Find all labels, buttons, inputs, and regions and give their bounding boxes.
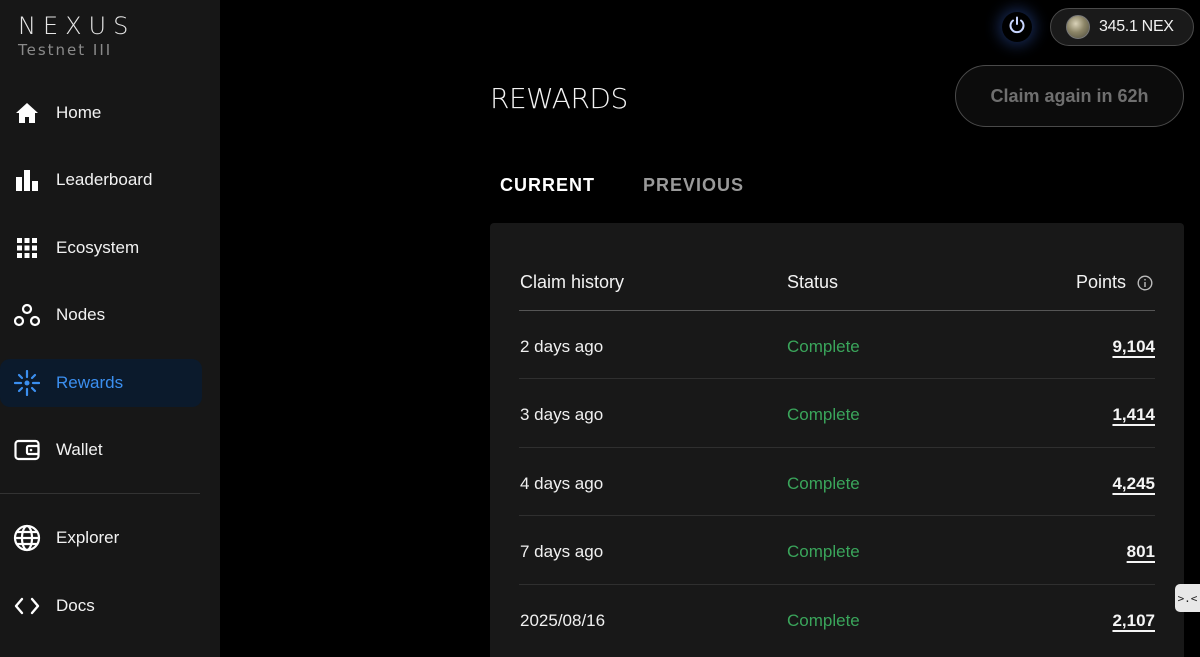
- sidebar-item-label: Explorer: [56, 528, 120, 547]
- row-status: Complete: [787, 542, 860, 561]
- row-divider: [519, 378, 1155, 379]
- sparkle-icon: [13, 369, 41, 397]
- sidebar-item-label: Leaderboard: [56, 170, 153, 189]
- tab-current[interactable]: CURRENT: [500, 175, 595, 196]
- sidebar-item-label: Docs: [56, 596, 95, 615]
- sidebar-item-label: Ecosystem: [56, 238, 140, 257]
- column-header-status: Status: [787, 272, 839, 292]
- sidebar-item-explorer[interactable]: Explorer: [0, 514, 202, 562]
- column-header-points: Points: [1075, 272, 1126, 292]
- brand: NEXUS Testnet III: [18, 12, 135, 59]
- globe-icon: [13, 524, 41, 552]
- row-points-link[interactable]: 2,107: [1112, 611, 1155, 631]
- brand-name: NEXUS: [18, 12, 136, 40]
- sidebar-item-rewards[interactable]: Rewards: [0, 359, 202, 407]
- side-assistant-tab[interactable]: >.<: [1175, 584, 1200, 612]
- power-button[interactable]: [1002, 12, 1032, 42]
- sidebar-item-label: Rewards: [56, 373, 124, 392]
- bar-chart-icon: [13, 166, 41, 194]
- sidebar-item-home[interactable]: Home: [0, 89, 202, 137]
- info-icon[interactable]: [1137, 275, 1153, 291]
- nodes-icon: [13, 301, 41, 329]
- claim-button[interactable]: Claim again in 62h: [955, 65, 1184, 127]
- row-points-link[interactable]: 4,245: [1112, 474, 1155, 494]
- row-points-link[interactable]: 1,414: [1112, 405, 1155, 425]
- sidebar-divider: [0, 493, 200, 494]
- sidebar-item-wallet[interactable]: Wallet: [0, 426, 202, 474]
- sidebar-item-label: Home: [56, 103, 102, 122]
- page-title: REWARDS: [490, 82, 628, 115]
- wallet-icon: [13, 436, 41, 464]
- balance-pill[interactable]: 345.1 NEX: [1050, 8, 1194, 46]
- avatar: [1066, 15, 1090, 39]
- row-divider: [519, 447, 1155, 448]
- grid-icon: [13, 234, 41, 262]
- brand-subtitle: Testnet III: [18, 41, 113, 59]
- row-date: 2025/08/16: [520, 611, 606, 630]
- sidebar-item-ecosystem[interactable]: Ecosystem: [0, 224, 202, 272]
- row-status: Complete: [787, 474, 860, 493]
- face-icon: >.<: [1177, 591, 1198, 605]
- header-divider: [519, 310, 1155, 311]
- row-divider: [519, 584, 1155, 585]
- row-status: Complete: [787, 337, 860, 356]
- row-points-link[interactable]: 801: [1127, 542, 1155, 562]
- tab-previous[interactable]: PREVIOUS: [643, 175, 744, 196]
- row-divider: [519, 515, 1155, 516]
- power-icon: [1008, 16, 1026, 39]
- code-icon: [13, 592, 41, 620]
- sidebar-item-docs[interactable]: Docs: [0, 582, 202, 630]
- row-points-link[interactable]: 9,104: [1112, 337, 1155, 357]
- home-icon: [13, 99, 41, 127]
- sidebar-item-label: Wallet: [56, 440, 103, 459]
- sidebar-item-nodes[interactable]: Nodes: [0, 291, 202, 339]
- sidebar-item-label: Nodes: [56, 305, 106, 324]
- sidebar: NEXUS Testnet III Home Leaderboard Ecosy…: [0, 0, 220, 657]
- row-date: 2 days ago: [520, 337, 604, 356]
- row-status: Complete: [787, 405, 860, 424]
- balance-amount: 345.1 NEX: [1099, 18, 1174, 35]
- column-header-claim-history: Claim history: [520, 272, 625, 292]
- row-date: 7 days ago: [520, 542, 604, 561]
- row-status: Complete: [787, 611, 860, 630]
- sidebar-item-leaderboard[interactable]: Leaderboard: [0, 156, 202, 204]
- row-date: 4 days ago: [520, 474, 604, 493]
- row-date: 3 days ago: [520, 405, 604, 424]
